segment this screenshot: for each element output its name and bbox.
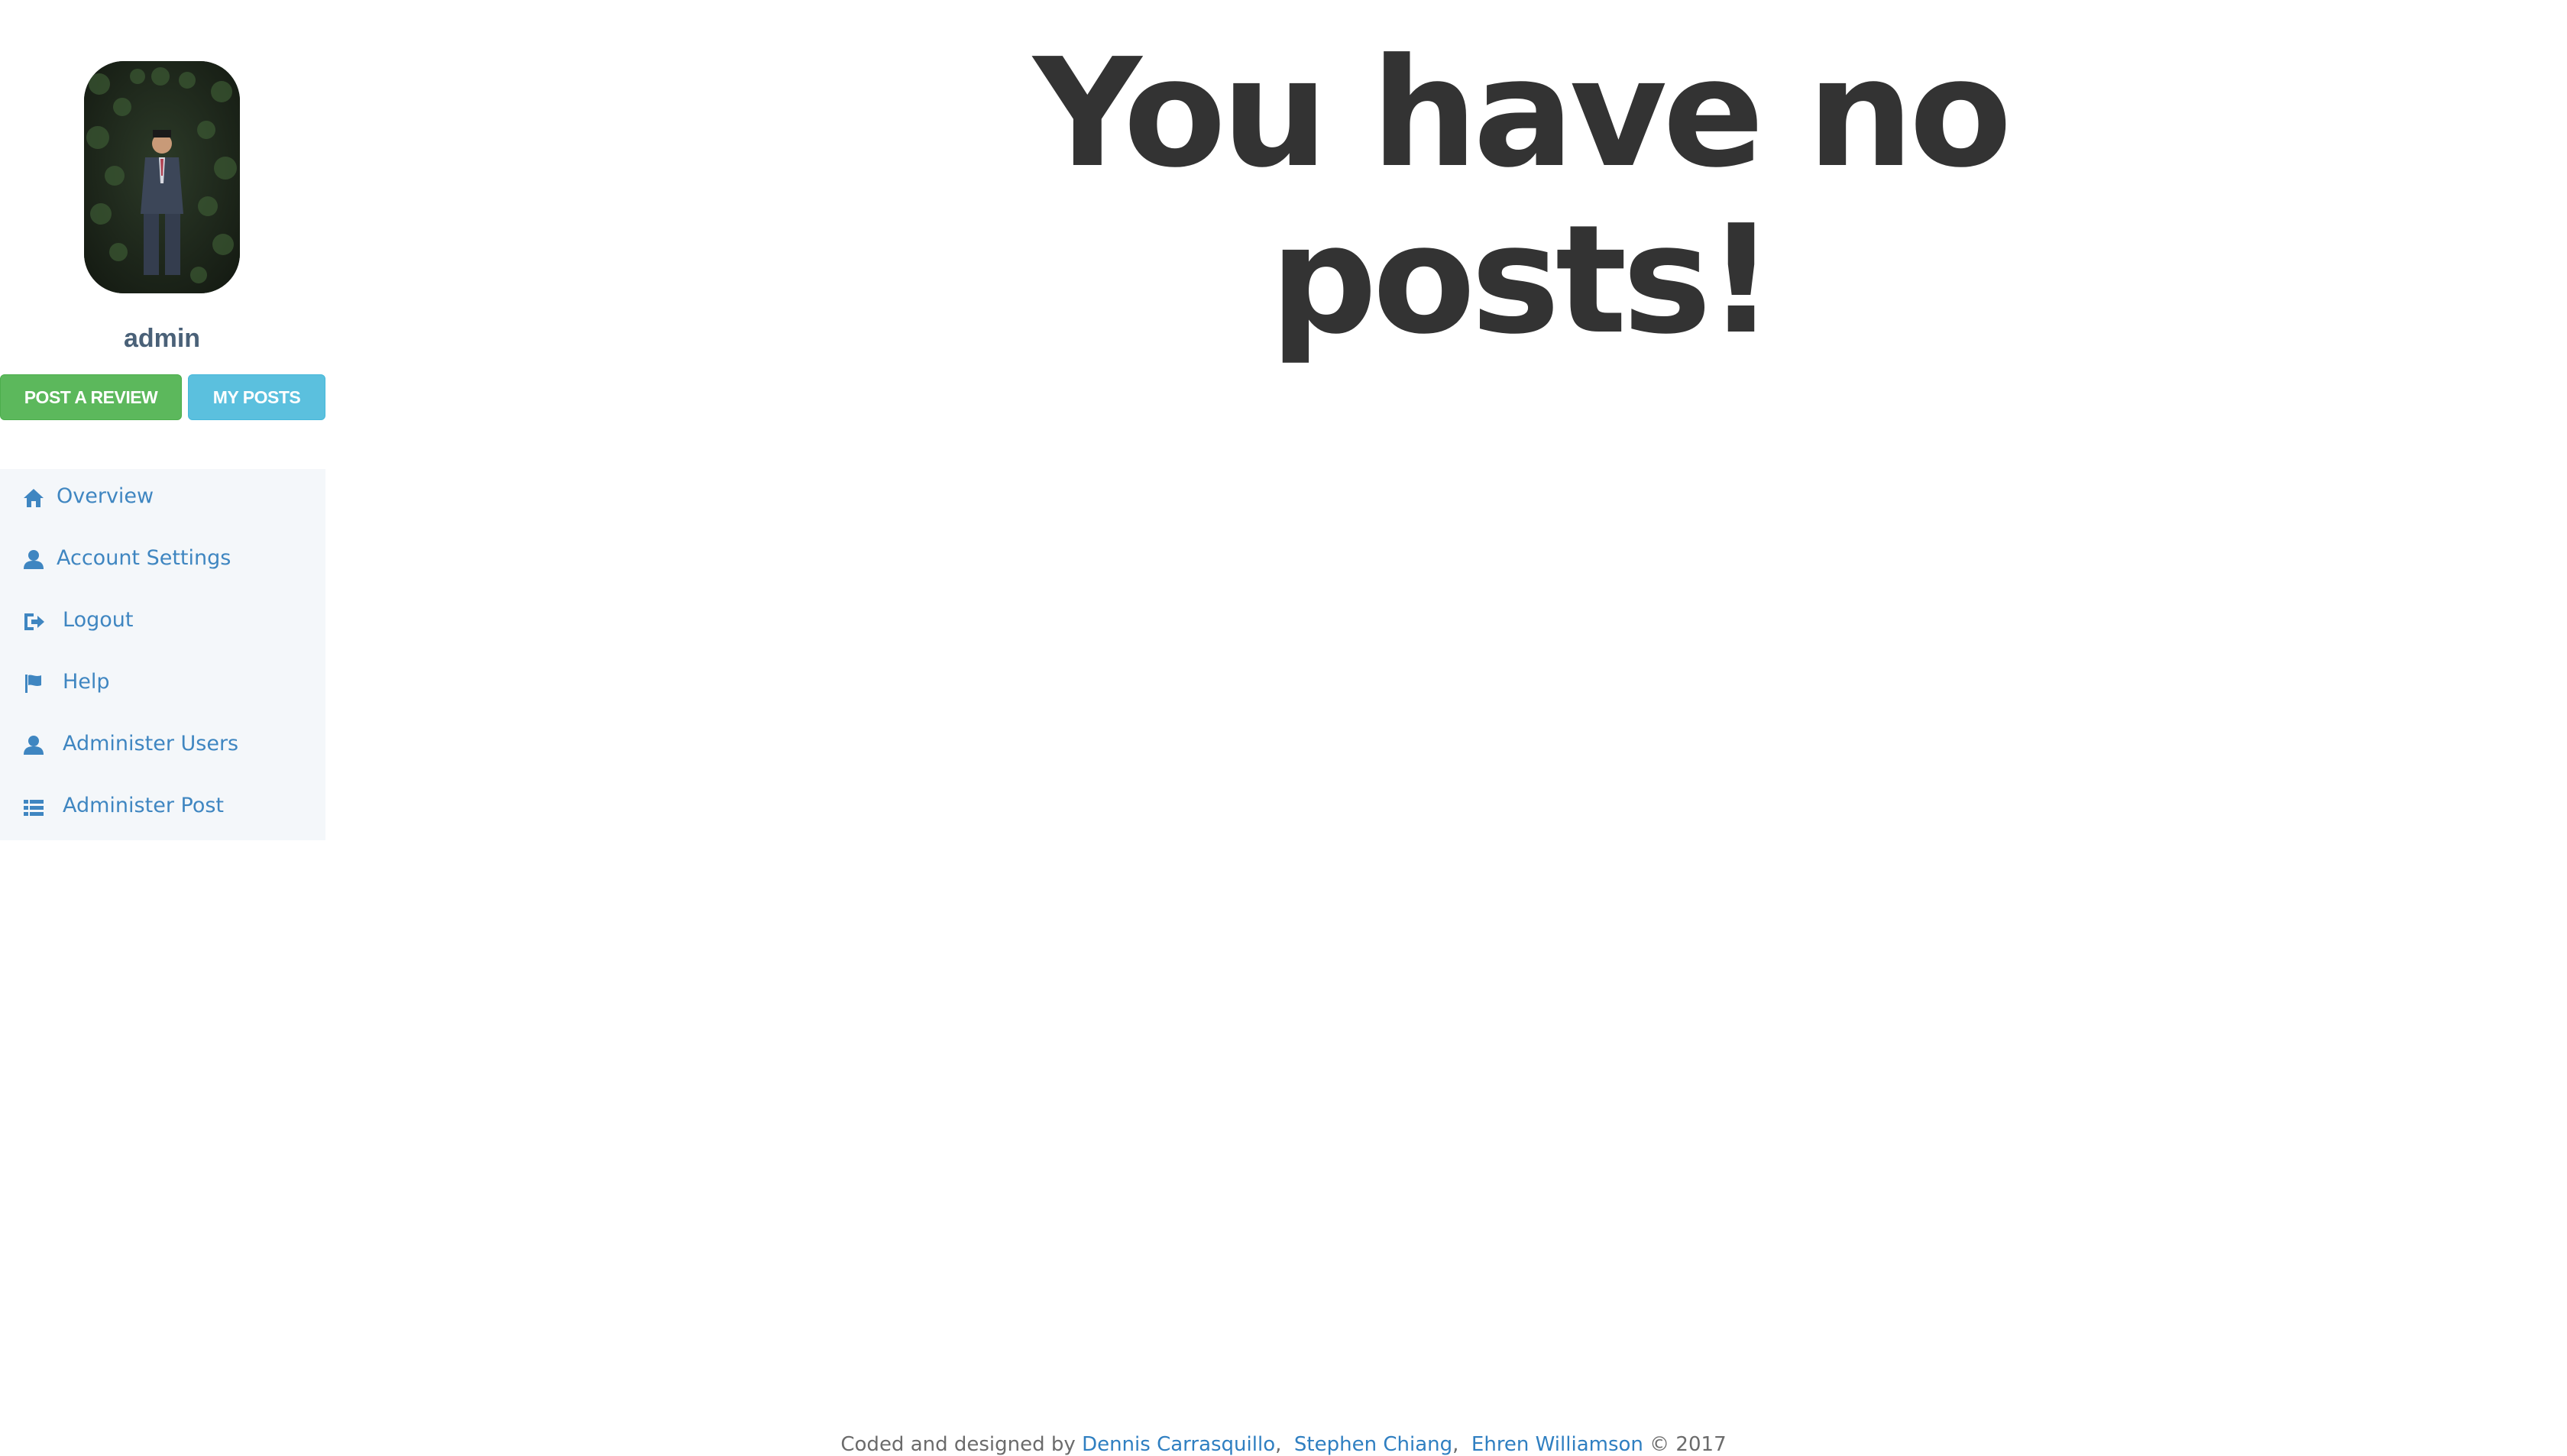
list-icon [21,795,46,820]
heading-line-2: posts! [1270,193,1775,367]
my-posts-button[interactable]: MY POSTS [188,374,325,420]
avatar [84,61,240,293]
username: admin [123,324,201,353]
sidebar-item-help[interactable]: Help [0,655,325,717]
post-review-button[interactable]: POST A REVIEW [0,374,182,420]
footer-author-link[interactable]: Ehren Williamson [1471,1433,1643,1456]
flag-icon [21,671,46,696]
avatar-photo [84,61,240,293]
logout-icon [21,610,46,634]
page: admin POST A REVIEW MY POSTS Overview Ac… [0,0,2567,1456]
sidebar-item-label: Administer Users [63,732,239,756]
footer-copyright: © 2017 [1649,1433,1727,1456]
sidebar-nav: Overview Account Settings Logout Help Ad… [0,469,325,840]
user-icon [21,733,46,758]
sidebar-item-label: Overview [57,484,154,508]
sidebar-item-label: Logout [63,608,134,632]
empty-state-heading: You have no posts! [947,31,2093,364]
footer-author-link[interactable]: Dennis Carrasquillo [1082,1433,1275,1456]
footer-prefix: Coded and designed by [840,1433,1076,1456]
heading-line-1: You have no [1033,27,2012,201]
sidebar-item-account-settings[interactable]: Account Settings [0,531,325,593]
footer-author-link[interactable]: Stephen Chiang [1294,1433,1452,1456]
sidebar-item-label: Administer Post [63,794,224,817]
sidebar-item-administer-post[interactable]: Administer Post [0,778,325,840]
user-icon [21,548,46,572]
sidebar-item-overview[interactable]: Overview [0,469,325,531]
sidebar-item-label: Help [63,670,110,694]
footer: Coded and designed by Dennis Carrasquill… [840,1433,1727,1456]
sidebar-item-administer-users[interactable]: Administer Users [0,717,325,778]
home-icon [21,486,46,510]
sidebar-item-label: Account Settings [57,546,231,570]
sidebar-item-logout[interactable]: Logout [0,593,325,655]
